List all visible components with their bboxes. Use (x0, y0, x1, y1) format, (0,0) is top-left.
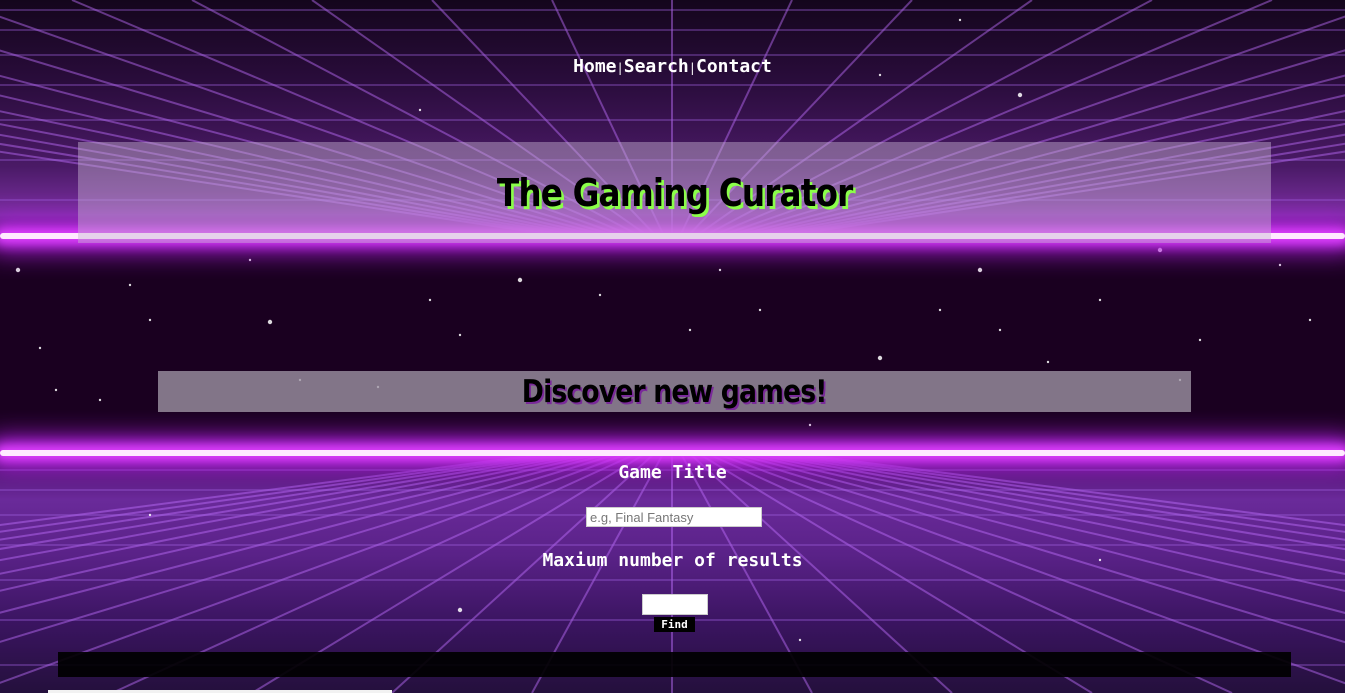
header-banner: The Gaming Curator (78, 142, 1271, 243)
bottom-neon-horizon (0, 450, 1345, 456)
game-title-input[interactable] (586, 507, 762, 527)
synthwave-background (0, 0, 1345, 693)
max-results-input[interactable] (642, 594, 708, 615)
star (758, 308, 762, 312)
star (1157, 247, 1163, 253)
star (977, 267, 983, 273)
background-grid (0, 0, 1345, 693)
star (1308, 318, 1312, 322)
nav-link-contact[interactable]: Contact (696, 56, 772, 77)
star (98, 398, 102, 402)
nav-link-home[interactable]: Home (573, 56, 616, 77)
star (148, 513, 152, 517)
star (1278, 263, 1282, 267)
star (128, 283, 132, 287)
star (54, 388, 58, 392)
main-nav: Home|Search|Contact (0, 56, 1345, 77)
star (688, 328, 692, 332)
star (428, 298, 432, 302)
star (1098, 298, 1102, 302)
star (267, 319, 273, 325)
star (798, 638, 802, 642)
star (38, 346, 42, 350)
star (998, 328, 1002, 332)
nav-link-search[interactable]: Search (624, 56, 689, 77)
star (148, 318, 152, 322)
star (938, 308, 942, 312)
star (517, 277, 523, 283)
star (457, 607, 463, 613)
star (1046, 360, 1050, 364)
max-results-label: Maxium number of results (542, 550, 803, 571)
nav-separator: | (688, 61, 696, 75)
star (598, 293, 602, 297)
star (808, 423, 812, 427)
nav-separator: | (616, 61, 624, 75)
find-button[interactable]: Find (654, 617, 695, 632)
hero-subtitle: Discover new games! (522, 373, 828, 410)
star (15, 267, 21, 273)
star (877, 355, 883, 361)
star (248, 258, 252, 262)
star (718, 268, 722, 272)
game-title-label: Game Title (618, 462, 727, 483)
star (418, 108, 422, 112)
star (1017, 92, 1023, 98)
star (1198, 338, 1202, 342)
site-title: The Gaming Curator (496, 170, 853, 215)
star (458, 333, 462, 337)
hero-banner: Discover new games! (158, 371, 1191, 412)
star (958, 18, 962, 22)
footer-bar (58, 652, 1291, 677)
